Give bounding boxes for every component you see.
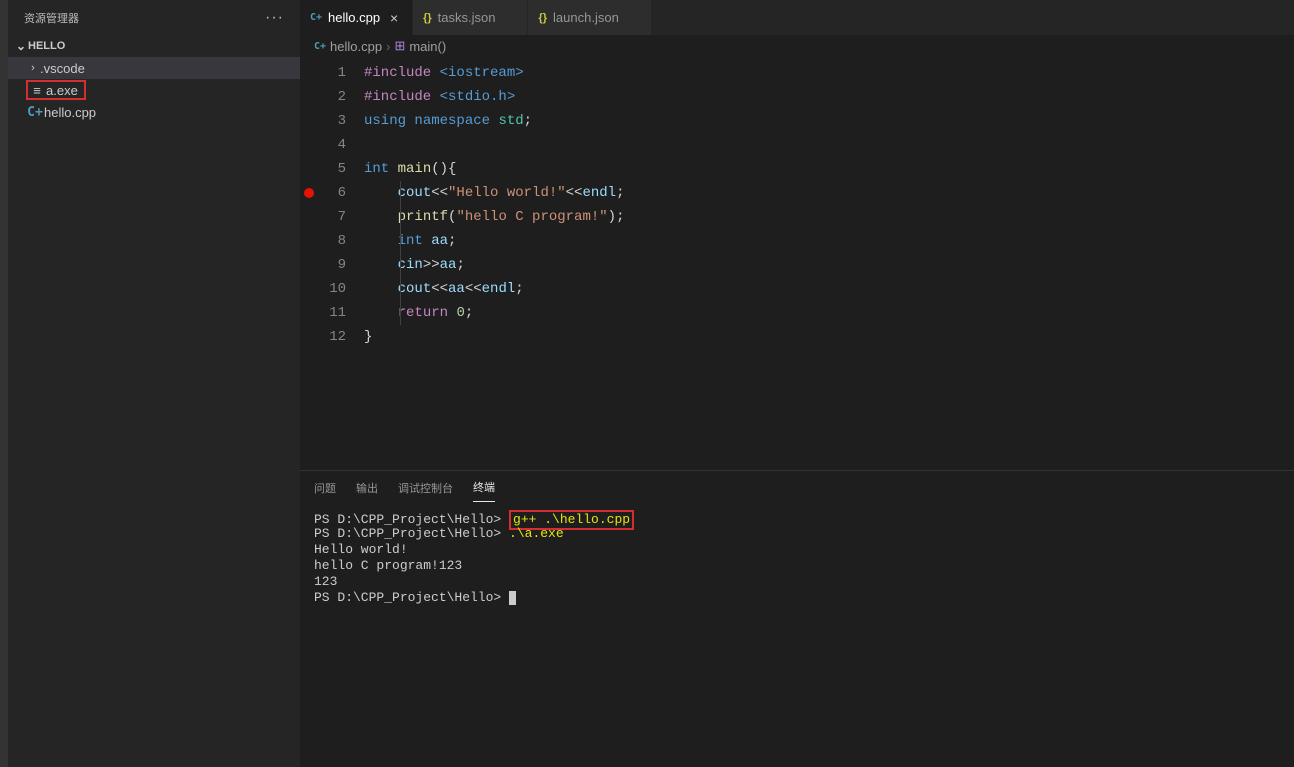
panel-tab-output[interactable]: 输出 — [356, 474, 378, 502]
annotation-highlight: ≡ a.exe — [26, 80, 86, 100]
tab-hello-cpp[interactable]: C+ hello.cpp × — [300, 0, 413, 35]
panel-tab-debug[interactable]: 调试控制台 — [398, 474, 453, 502]
bottom-panel: 问题 输出 调试控制台 终端 PS D:\CPP_Project\Hello> … — [300, 470, 1294, 767]
chevron-down-icon: ⌄ — [14, 39, 28, 53]
more-actions-icon[interactable]: ··· — [265, 9, 284, 27]
terminal-line: Hello world! — [314, 542, 1280, 558]
tree-item-label: .vscode — [40, 61, 85, 76]
panel-tabs: 问题 输出 调试控制台 终端 — [300, 471, 1294, 504]
tab-tasks-json[interactable]: {} tasks.json × — [413, 0, 528, 35]
file-tree: › .vscode ≡ a.exe C+ hello.cpp — [8, 57, 300, 123]
sidebar-title: 资源管理器 — [24, 10, 79, 26]
tab-label: launch.json — [553, 10, 619, 25]
code-body[interactable]: #include <iostream>#include <stdio.h>usi… — [364, 61, 1294, 470]
editor-tabbar: C+ hello.cpp × {} tasks.json × {} launch… — [300, 0, 1294, 35]
terminal-line: hello C program!123 — [314, 558, 1280, 574]
file-cpp-icon: C+ — [310, 12, 322, 23]
tree-item-folder[interactable]: › .vscode — [8, 57, 300, 79]
symbol-function-icon: ⊞ — [394, 38, 405, 54]
chevron-right-icon: › — [386, 39, 390, 54]
file-json-icon: {} — [423, 12, 432, 24]
file-cpp-icon: C+ — [26, 105, 44, 120]
sidebar-header: 资源管理器 ··· — [8, 0, 300, 35]
main-area: C+ hello.cpp × {} tasks.json × {} launch… — [300, 0, 1294, 767]
tab-launch-json[interactable]: {} launch.json × — [528, 0, 651, 35]
terminal[interactable]: PS D:\CPP_Project\Hello> g++ .\hello.cpp… — [300, 504, 1294, 767]
tree-item-cpp[interactable]: C+ hello.cpp — [8, 101, 300, 123]
terminal-line: PS D:\CPP_Project\Hello> g++ .\hello.cpp — [314, 510, 1280, 526]
breakpoint-dot[interactable] — [304, 188, 314, 198]
terminal-line: PS D:\CPP_Project\Hello> .\a.exe — [314, 526, 1280, 542]
activity-bar[interactable] — [0, 0, 8, 767]
file-cpp-icon: C+ — [314, 41, 326, 52]
breadcrumb-file: hello.cpp — [330, 39, 382, 54]
breakpoint-gutter[interactable] — [300, 61, 320, 470]
panel-tab-terminal[interactable]: 终端 — [473, 473, 495, 502]
panel-tab-problems[interactable]: 问题 — [314, 474, 336, 502]
breadcrumb-symbol: main() — [409, 39, 446, 54]
code-editor[interactable]: 123456789101112 #include <iostream>#incl… — [300, 57, 1294, 470]
tab-label: tasks.json — [438, 10, 496, 25]
line-number-gutter: 123456789101112 — [320, 61, 364, 470]
terminal-cursor — [509, 591, 516, 605]
file-exe-icon: ≡ — [28, 83, 46, 98]
tab-label: hello.cpp — [328, 10, 380, 25]
terminal-line: PS D:\CPP_Project\Hello> — [314, 590, 1280, 606]
sidebar: 资源管理器 ··· ⌄ HELLO › .vscode ≡ a.exe C+ h… — [8, 0, 300, 767]
file-json-icon: {} — [538, 12, 547, 24]
tree-item-exe[interactable]: ≡ a.exe — [8, 79, 300, 101]
section-header[interactable]: ⌄ HELLO — [8, 35, 300, 57]
section-label: HELLO — [28, 40, 65, 52]
breadcrumb[interactable]: C+ hello.cpp › ⊞ main() — [300, 35, 1294, 57]
close-icon[interactable]: × — [386, 10, 402, 26]
tree-item-label: hello.cpp — [44, 105, 96, 120]
chevron-right-icon: › — [26, 62, 40, 74]
tree-item-label: a.exe — [46, 83, 78, 98]
terminal-line: 123 — [314, 574, 1280, 590]
